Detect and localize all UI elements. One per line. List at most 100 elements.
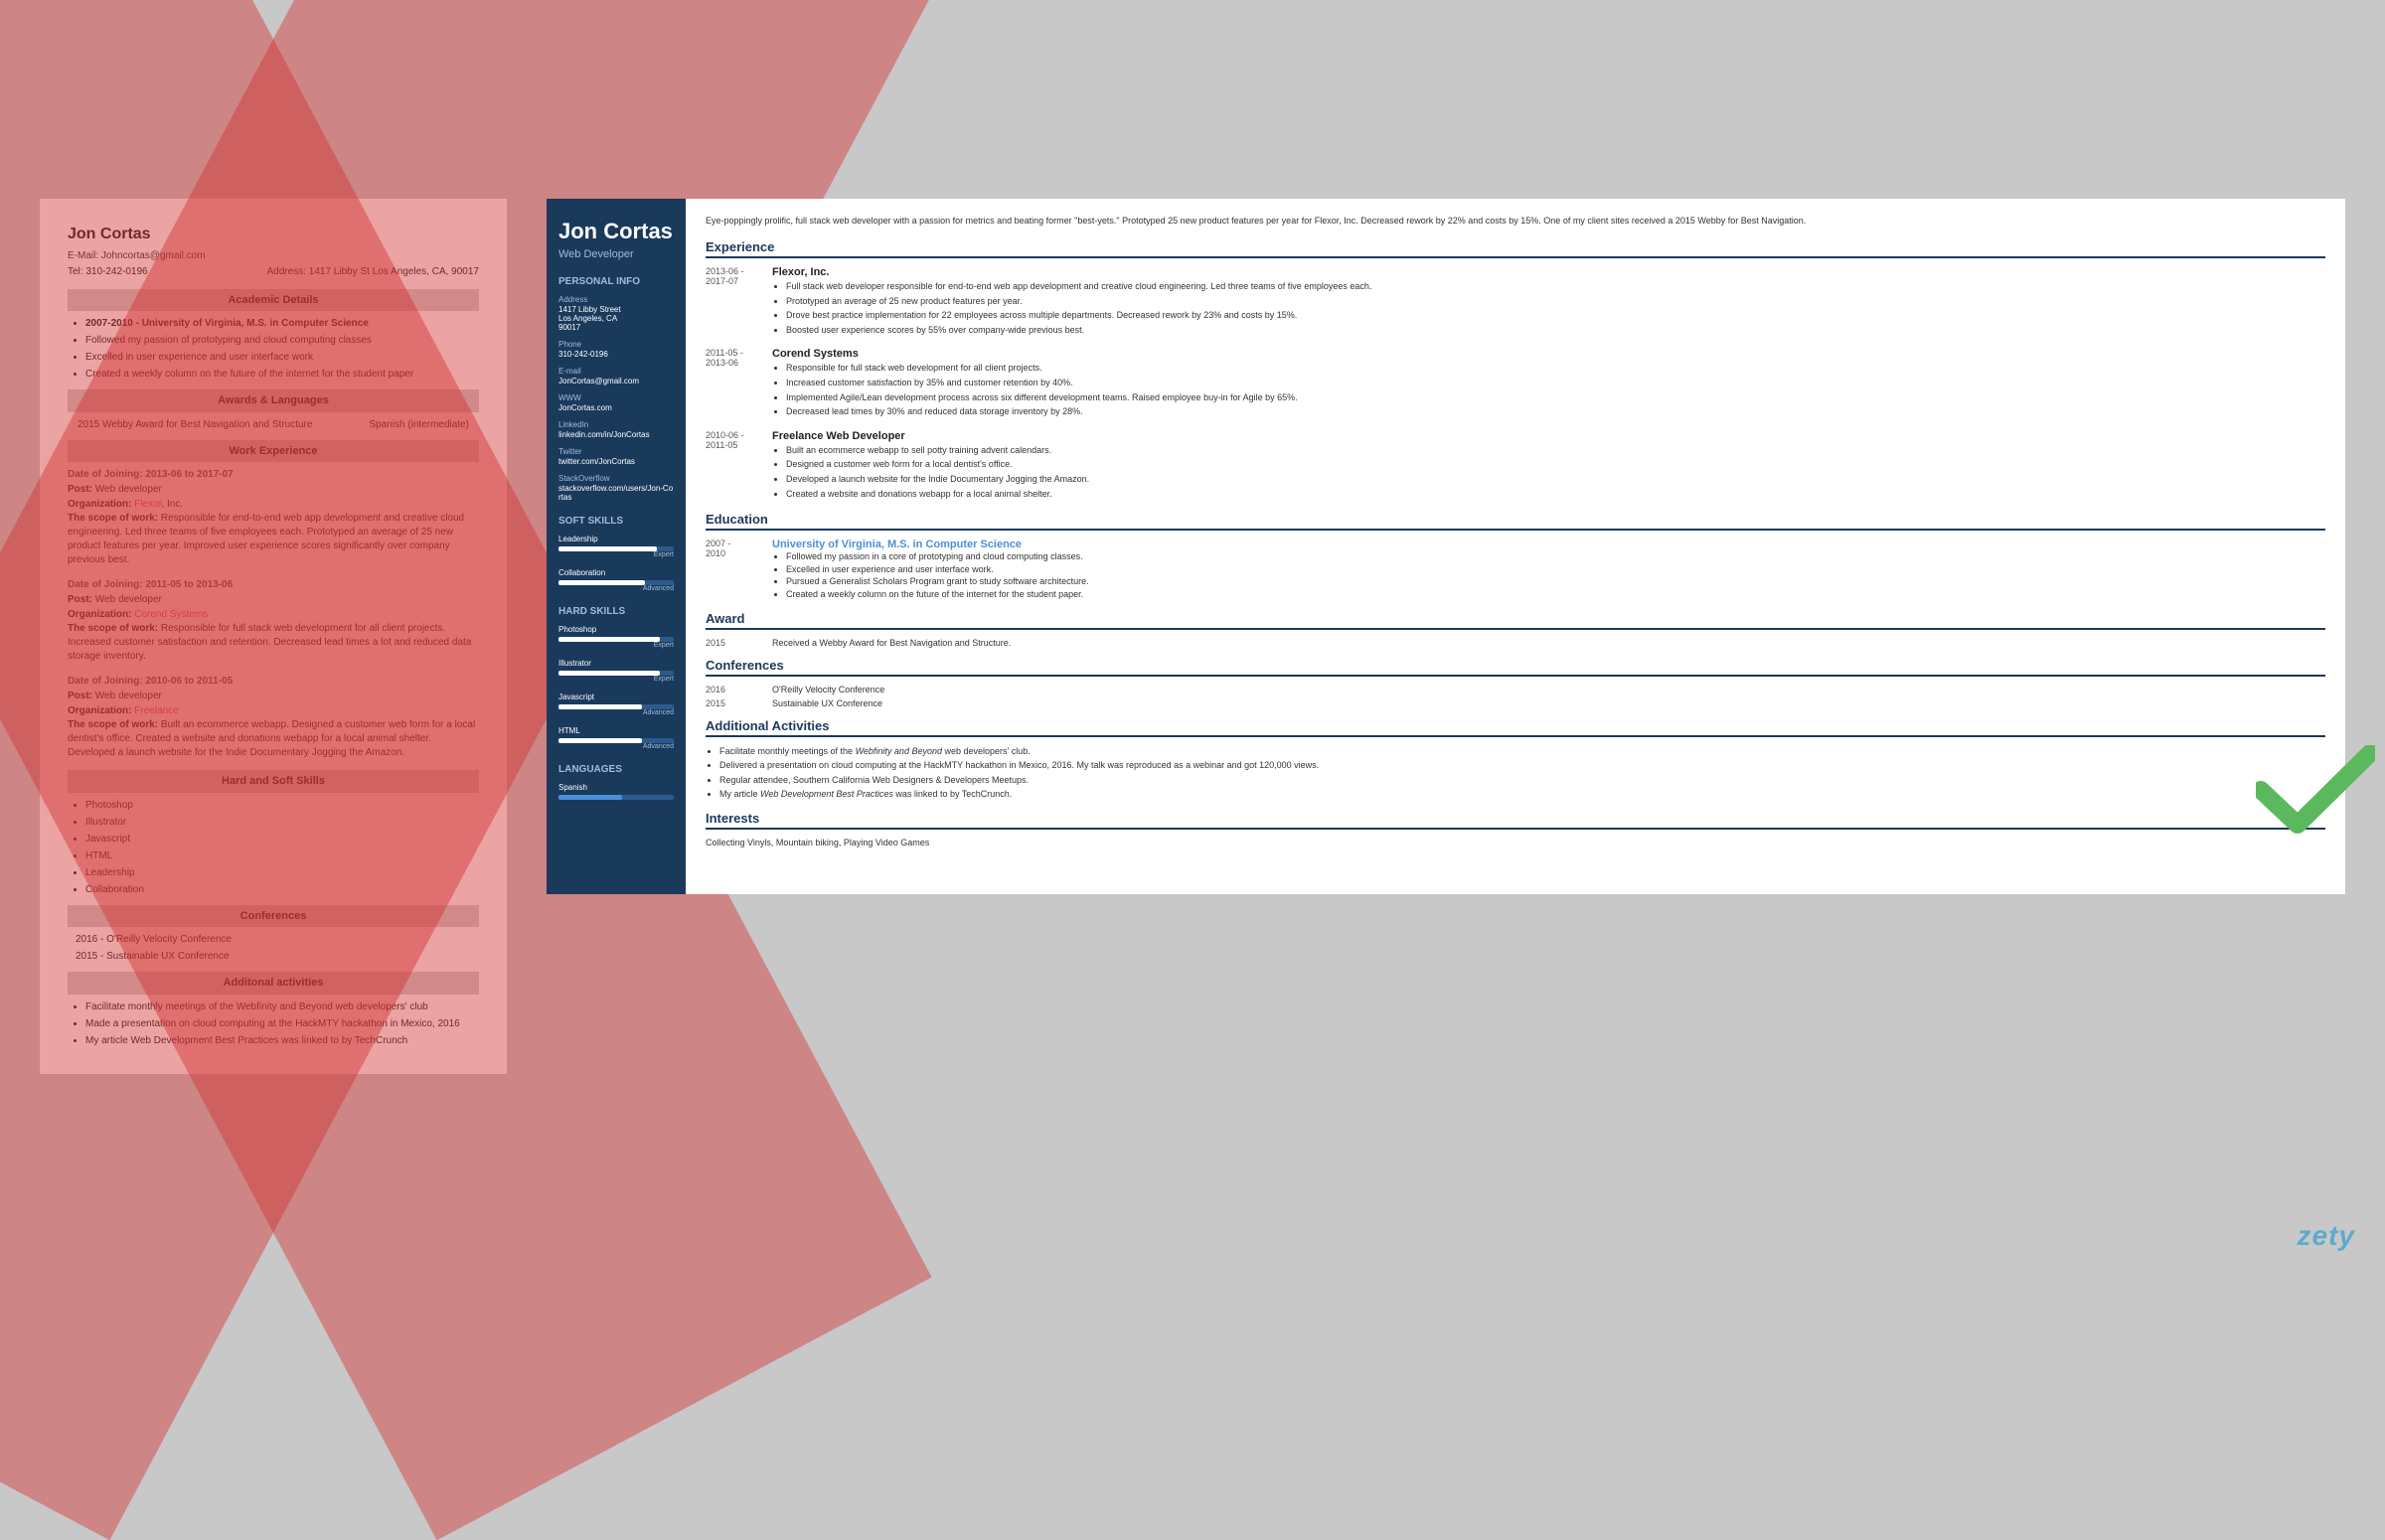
award-text: Received a Webby Award for Best Navigati… xyxy=(772,638,1011,648)
conf-0: 2016 - O'Reilly Velocity Conference xyxy=(76,932,479,947)
phone-label: Phone xyxy=(558,340,674,349)
conf-1: 2015 - Sustainable UX Conference xyxy=(76,949,479,964)
exp-0-bullet-0: Full stack web developer responsible for… xyxy=(786,280,2325,293)
job-2-date: Date of Joining: 2010-06 to 2011-05 xyxy=(68,674,479,689)
skill-photoshop: Photoshop Expert xyxy=(558,625,674,649)
leadership-label: Leadership xyxy=(558,535,674,543)
photoshop-level: Expert xyxy=(558,642,674,649)
awards-header: Awards & Languages xyxy=(68,389,479,412)
edu-block-0: 2007 -2010 University of Virginia, M.S. … xyxy=(706,539,2325,600)
conf-header: Conferences xyxy=(68,905,479,928)
exp-block-0: 2013-06 -2017-07 Flexor, Inc. Full stack… xyxy=(706,266,2325,338)
job-0-org: Organization: Flexor, Inc. xyxy=(68,497,479,512)
edu-0-bullet-1: Excelled in user experience and user int… xyxy=(786,563,1089,576)
activity-1: Delivered a presentation on cloud comput… xyxy=(719,759,2325,772)
left-name: Jon Cortas xyxy=(68,223,479,246)
edu-0-bullet-3: Created a weekly column on the future of… xyxy=(786,588,1089,601)
right-title: Web Developer xyxy=(558,248,674,260)
skill-spanish: Spanish xyxy=(558,783,674,800)
exp-1-bullet-0: Responsible for full stack web developme… xyxy=(786,362,2325,375)
right-sidebar: Jon Cortas Web Developer Personal Info A… xyxy=(547,199,686,894)
javascript-label: Javascript xyxy=(558,693,674,701)
activities-title: Additional Activities xyxy=(706,718,2325,737)
job-0-scope: The scope of work: Responsible for end-t… xyxy=(68,512,479,567)
exp-2-bullet-3: Created a website and donations webapp f… xyxy=(786,488,2325,501)
activity-1: Made a presentation on cloud computing a… xyxy=(85,1016,479,1031)
skill-1: Illustrator xyxy=(85,815,479,830)
job-1-org: Organization: Corend Systems xyxy=(68,607,479,622)
exp-2-date: 2010-06 -2011-05 xyxy=(706,430,760,502)
skill-5: Collaboration xyxy=(85,882,479,897)
job-1-date: Date of Joining: 2011-05 to 2013-06 xyxy=(68,577,479,592)
illustrator-level: Expert xyxy=(558,676,674,683)
summary-text: Eye-poppingly prolific, full stack web d… xyxy=(706,215,2325,229)
photoshop-label: Photoshop xyxy=(558,625,674,634)
phone-value: 310-242-0196 xyxy=(558,350,674,359)
academic-item-3: Created a weekly column on the future of… xyxy=(85,367,479,382)
exp-0-bullet-2: Drove best practice implementation for 2… xyxy=(786,309,2325,322)
address-label: Address xyxy=(558,295,674,304)
conf-block-0: 2016 O'Reilly Velocity Conference xyxy=(706,685,2325,694)
job-2-org: Organization: Freelance xyxy=(68,703,479,718)
edu-0-date: 2007 -2010 xyxy=(706,539,760,600)
address-value: 1417 Libby StreetLos Angeles, CA90017 xyxy=(558,305,674,332)
skill-illustrator: Illustrator Expert xyxy=(558,659,674,683)
linkedin-value: linkedin.com/in/JonCortas xyxy=(558,430,674,439)
award-text: 2015 Webby Award for Best Navigation and… xyxy=(78,417,312,432)
linkedin-label: LinkedIn xyxy=(558,420,674,429)
spanish-bar-bg xyxy=(558,795,674,800)
leadership-level: Expert xyxy=(558,551,674,558)
exp-0-bullet-1: Prototyped an average of 25 new product … xyxy=(786,295,2325,308)
job-0-date: Date of Joining: 2013-06 to 2017-07 xyxy=(68,467,479,482)
experience-title: Experience xyxy=(706,239,2325,258)
interests-text: Collecting Vinyls, Mountain biking, Play… xyxy=(706,838,2325,847)
job-1-post: Post: Web developer xyxy=(68,592,479,607)
spanish-bar-fill xyxy=(558,795,622,800)
exp-1-bullet-3: Decreased lead times by 30% and reduced … xyxy=(786,405,2325,418)
personal-info-title: Personal Info xyxy=(558,276,674,287)
skill-javascript: Javascript Advanced xyxy=(558,693,674,716)
javascript-level: Advanced xyxy=(558,709,674,716)
left-tel: Tel: 310-242-0196 xyxy=(68,264,148,279)
academic-item-1: Followed my passion of prototyping and c… xyxy=(85,333,479,348)
lang-text: Spanish (intermediate) xyxy=(369,417,469,432)
edu-0-bullet-0: Followed my passion in a core of prototy… xyxy=(786,550,1089,563)
job-1-scope: The scope of work: Responsible for full … xyxy=(68,622,479,664)
hard-skills-title: Hard Skills xyxy=(558,606,674,617)
collaboration-label: Collaboration xyxy=(558,568,674,577)
work-header: Work Experience xyxy=(68,440,479,463)
edu-0-bullet-2: Pursued a Generalist Scholars Program gr… xyxy=(786,575,1089,588)
left-address: Address: 1417 Libby St Los Angeles, CA, … xyxy=(267,264,479,279)
skill-3: HTML xyxy=(85,848,479,863)
award-title: Award xyxy=(706,611,2325,630)
activity-0: Facilitate monthly meetings of the Webfi… xyxy=(85,1000,479,1014)
activity-2: Regular attendee, Southern California We… xyxy=(719,774,2325,787)
soft-skills-title: Soft Skills xyxy=(558,516,674,527)
conf-1-year: 2015 xyxy=(706,698,760,708)
exp-1-bullet-1: Increased customer satisfaction by 35% a… xyxy=(786,377,2325,389)
edu-0-title: University of Virginia, M.S. in Computer… xyxy=(772,539,1089,550)
skill-2: Javascript xyxy=(85,832,479,847)
twitter-label: Twitter xyxy=(558,447,674,456)
exp-1-bullet-2: Implemented Agile/Lean development proce… xyxy=(786,391,2325,404)
left-email: E-Mail: Johncortas@gmail.com xyxy=(68,248,479,263)
activity-3: My article Web Development Best Practice… xyxy=(719,788,2325,801)
award-block: 2015 Received a Webby Award for Best Nav… xyxy=(706,638,2325,648)
resume-left: Jon Cortas E-Mail: Johncortas@gmail.com … xyxy=(40,199,507,1074)
academic-item-0: 2007-2010 - University of Virginia, M.S.… xyxy=(85,316,479,331)
skill-0: Photoshop xyxy=(85,798,479,813)
job-block-2: Date of Joining: 2010-06 to 2011-05 Post… xyxy=(68,674,479,760)
exp-0-date: 2013-06 -2017-07 xyxy=(706,266,760,338)
skill-leadership: Leadership Expert xyxy=(558,535,674,558)
spanish-label: Spanish xyxy=(558,783,674,792)
zety-watermark: zety xyxy=(2298,1220,2355,1252)
right-name: Jon Cortas xyxy=(558,219,674,244)
job-0-post: Post: Web developer xyxy=(68,482,479,497)
exp-2-bullet-1: Designed a customer web form for a local… xyxy=(786,458,2325,471)
skill-collaboration: Collaboration Advanced xyxy=(558,568,674,592)
job-block-1: Date of Joining: 2011-05 to 2013-06 Post… xyxy=(68,577,479,664)
conf-1-name: Sustainable UX Conference xyxy=(772,698,882,708)
skill-4: Leadership xyxy=(85,865,479,880)
conf-0-name: O'Reilly Velocity Conference xyxy=(772,685,884,694)
html-level: Advanced xyxy=(558,743,674,750)
